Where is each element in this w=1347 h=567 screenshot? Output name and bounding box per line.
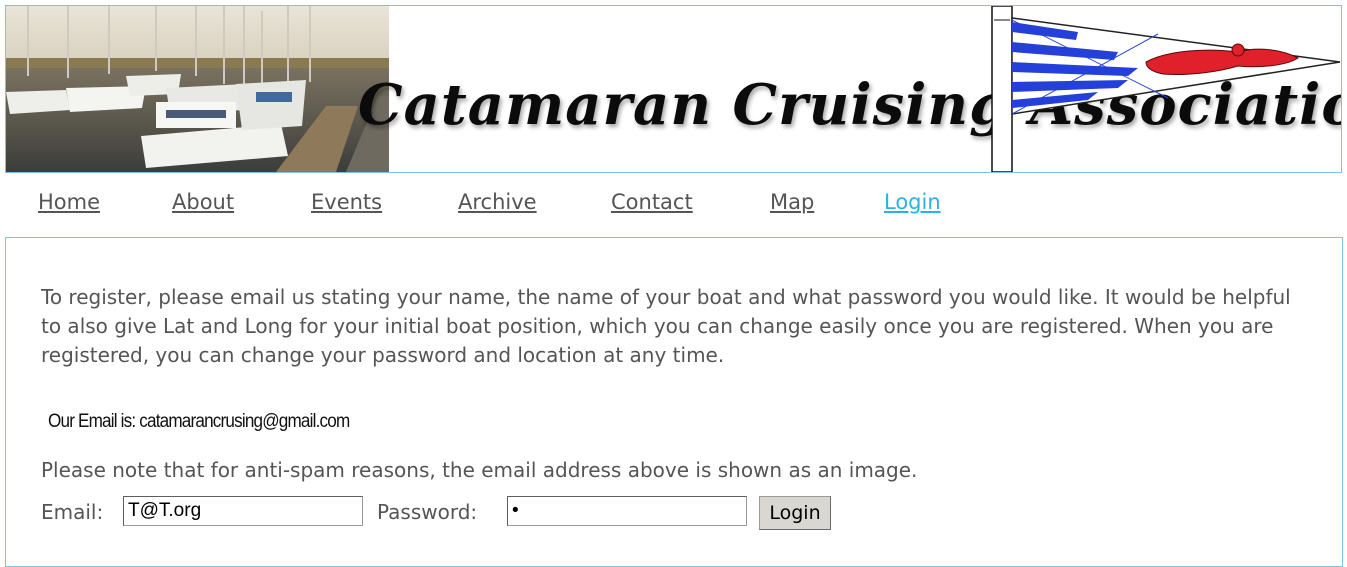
nav-login[interactable]: Login [884, 190, 941, 214]
header-banner: Catamaran Cruising Association [5, 5, 1342, 173]
nav-contact[interactable]: Contact [611, 190, 693, 214]
email-field[interactable] [123, 496, 363, 526]
login-button[interactable]: Login [759, 496, 831, 530]
content-panel: To register, please email us stating you… [5, 237, 1343, 567]
nav-about[interactable]: About [172, 190, 234, 214]
email-label: Email: [41, 500, 104, 524]
marina-photo [6, 6, 389, 172]
anti-spam-note: Please note that for anti-spam reasons, … [41, 458, 918, 482]
registration-instructions: To register, please email us stating you… [41, 285, 1291, 367]
login-form: Email: Password: Login [41, 496, 941, 530]
main-nav: Home About Events Archive Contact Map Lo… [0, 190, 1347, 224]
nav-events[interactable]: Events [311, 190, 382, 214]
association-burgee-flag-icon [988, 6, 1341, 172]
email-address-image: Our Email is: catamarancrusing@gmail.com [48, 411, 350, 432]
nav-archive[interactable]: Archive [458, 190, 537, 214]
password-field[interactable] [507, 496, 747, 526]
nav-home[interactable]: Home [38, 190, 100, 214]
password-label: Password: [377, 500, 478, 524]
nav-map[interactable]: Map [770, 190, 814, 214]
